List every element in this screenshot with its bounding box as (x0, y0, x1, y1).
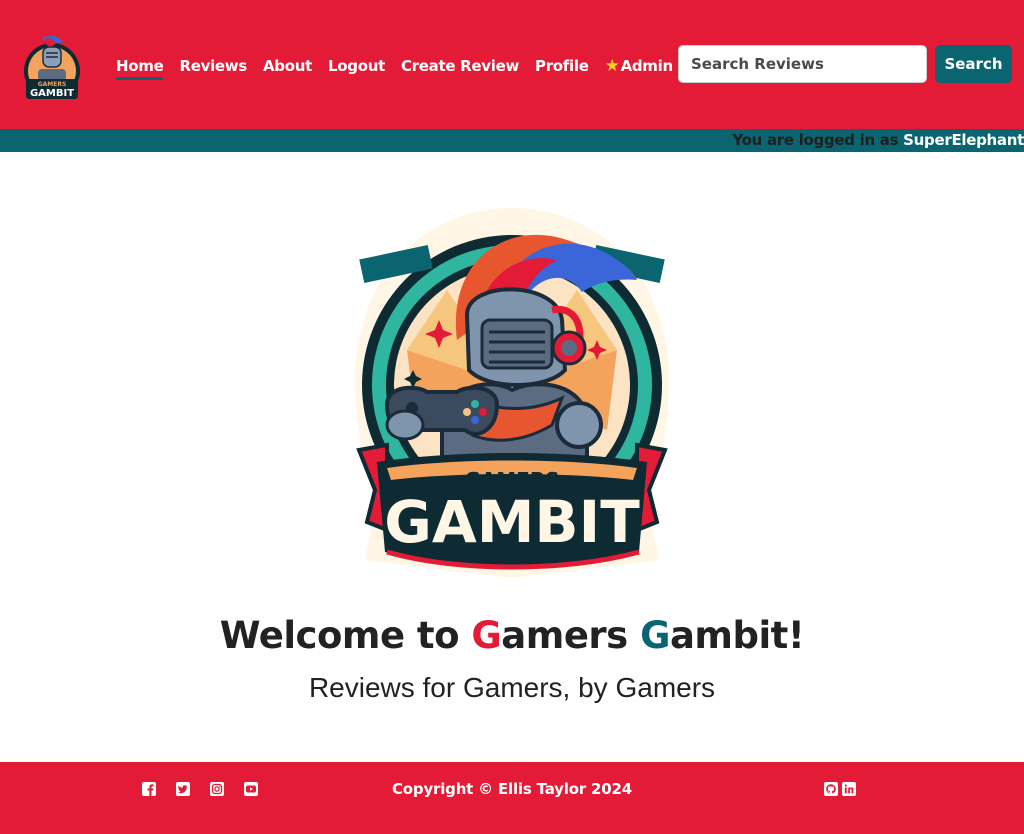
search-input[interactable] (678, 45, 927, 83)
welcome-g-teal: G (640, 614, 670, 657)
login-username: SuperElephant (903, 131, 1024, 149)
nav-reviews[interactable]: Reviews (179, 57, 247, 75)
nav-admin[interactable]: ★Admin (604, 56, 674, 76)
nav-links: Home Reviews About Logout Create Review … (116, 54, 689, 80)
nav-logout[interactable]: Logout (328, 57, 385, 75)
brand-logo-bottom-text: GAMBIT (30, 88, 74, 99)
star-icon: ★ (604, 56, 620, 76)
welcome-heading: Welcome to Gamers Gambit! (0, 614, 1024, 657)
nav-home[interactable]: Home (116, 57, 164, 80)
hero-logo-bottom-text: GAMBIT (384, 488, 640, 556)
github-icon[interactable] (823, 781, 839, 797)
nav-admin-label: Admin (620, 57, 674, 75)
footer: Copyright © Ellis Taylor 2024 (0, 762, 1024, 834)
nav-about[interactable]: About (263, 57, 312, 75)
hero-logo: GAMERS GAMBIT (355, 208, 669, 578)
welcome-word-ambit: ambit! (669, 614, 805, 657)
nav-profile[interactable]: Profile (535, 57, 589, 75)
linkedin-icon[interactable] (841, 781, 857, 797)
welcome-text: Welcome to (219, 614, 472, 657)
welcome-word-amers: amers (501, 614, 641, 657)
navbar: GAMERS GAMBIT Home Reviews About Logout … (0, 0, 1024, 129)
social-links-right (823, 781, 859, 797)
login-prefix: You are logged in as (732, 131, 904, 149)
nav-create-review[interactable]: Create Review (401, 57, 519, 75)
welcome-g-red: G (471, 614, 502, 657)
tagline: Reviews for Gamers, by Gamers (308, 672, 716, 703)
copyright-text: Copyright © Ellis Taylor 2024 (392, 780, 632, 798)
login-status-text: You are logged in as SuperElephant (732, 131, 1024, 149)
brand-logo[interactable]: GAMERS GAMBIT (20, 33, 84, 105)
search-button[interactable]: Search (935, 45, 1012, 83)
brand-logo-top-text: GAMERS (38, 81, 67, 88)
login-status-bar: You are logged in as SuperElephant (0, 129, 1024, 152)
